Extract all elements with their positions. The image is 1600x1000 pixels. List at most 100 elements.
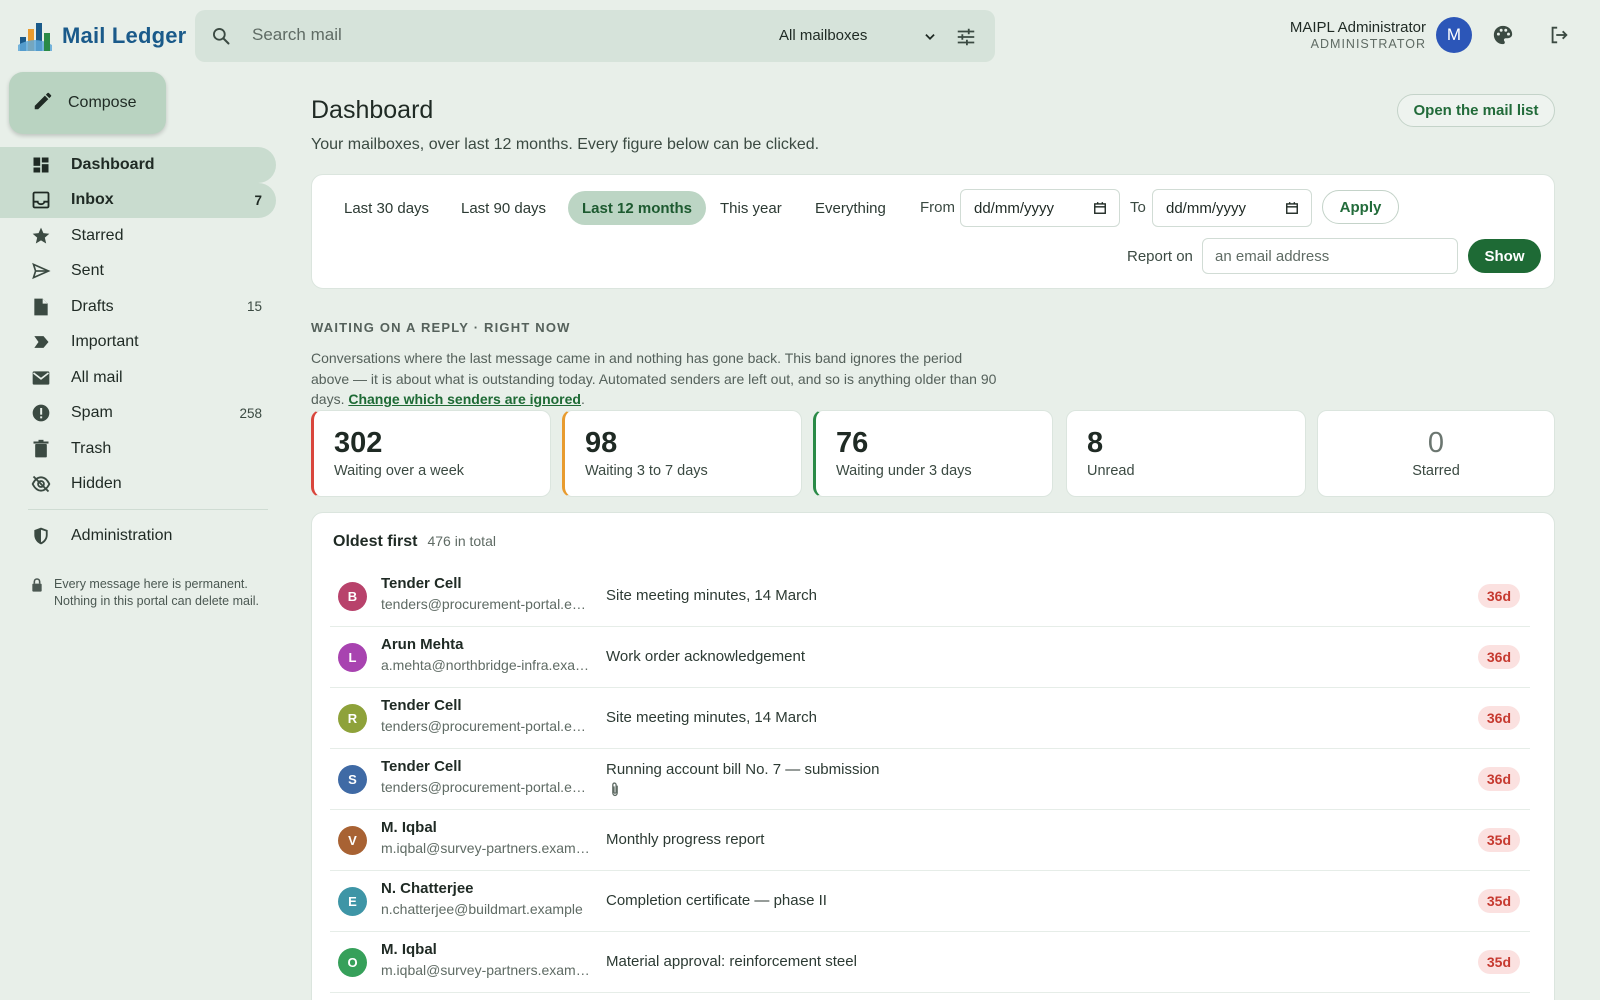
chevron-down-icon[interactable] bbox=[923, 30, 937, 49]
sidebar-item-inbox[interactable]: Inbox 7 bbox=[0, 182, 276, 218]
compose-label: Compose bbox=[68, 94, 137, 111]
sidebar-item-label: Drafts bbox=[71, 297, 114, 315]
list-item[interactable]: E N. Chatterjee n.chatterjee@buildmart.e… bbox=[330, 871, 1530, 932]
from-label: From bbox=[920, 199, 955, 216]
change-ignored-senders-link[interactable]: Change which senders are ignored bbox=[348, 391, 581, 407]
chip-everything[interactable]: Everything bbox=[801, 191, 900, 225]
sidebar-item-trash[interactable]: Trash bbox=[0, 431, 276, 467]
message-subject: Site meeting minutes, 14 March bbox=[606, 709, 817, 726]
open-mail-list-button[interactable]: Open the mail list bbox=[1397, 94, 1555, 127]
sidebar-item-hidden[interactable]: Hidden bbox=[0, 467, 276, 503]
sidebar-nav: Dashboard Inbox 7 Starred Sent Drafts 15… bbox=[0, 147, 276, 502]
sender-email: m.iqbal@survey-partners.example bbox=[381, 962, 591, 978]
sender-avatar: B bbox=[338, 582, 367, 611]
calendar-icon[interactable] bbox=[1093, 201, 1107, 219]
age-badge: 36d bbox=[1477, 645, 1520, 669]
list-item[interactable]: B Tender Cell tenders@procurement-portal… bbox=[330, 566, 1530, 627]
important-icon bbox=[30, 331, 52, 353]
to-label: To bbox=[1130, 199, 1146, 216]
stat-value: 98 bbox=[585, 427, 618, 459]
logo-icon bbox=[16, 15, 54, 58]
mailbox-select[interactable]: All mailboxes bbox=[779, 27, 867, 44]
sender-name: M. Iqbal bbox=[381, 819, 437, 836]
star-icon bbox=[30, 225, 52, 247]
sidebar-item-label: Trash bbox=[71, 439, 112, 457]
apply-button[interactable]: Apply bbox=[1322, 190, 1399, 224]
oldest-first-list: Oldest first 476 in total B Tender Cell t… bbox=[311, 512, 1555, 1000]
list-item[interactable]: V M. Iqbal m.iqbal@survey-partners.examp… bbox=[330, 810, 1530, 871]
message-subject: Running account bill No. 7 — submission bbox=[606, 761, 880, 778]
sidebar-item-administration[interactable]: Administration bbox=[0, 518, 276, 554]
stat-waiting-under-3-days[interactable]: 76 Waiting under 3 days bbox=[813, 410, 1053, 497]
list-title: Oldest first bbox=[333, 533, 418, 550]
from-date-input[interactable]: dd/mm/yyyy bbox=[960, 189, 1120, 227]
chip-last-90-days[interactable]: Last 90 days bbox=[447, 191, 560, 225]
sidebar-item-starred[interactable]: Starred bbox=[0, 218, 276, 254]
user-avatar[interactable]: M bbox=[1436, 17, 1472, 53]
waiting-heading: WAITING ON A REPLY · RIGHT NOW bbox=[311, 320, 571, 335]
sender-avatar: R bbox=[338, 704, 367, 733]
sidebar-item-important[interactable]: Important bbox=[0, 325, 276, 361]
stat-waiting-over-week[interactable]: 302 Waiting over a week bbox=[311, 410, 551, 497]
sidebar-divider bbox=[28, 509, 268, 510]
sender-name: Arun Mehta bbox=[381, 636, 464, 653]
sidebar-item-all-mail[interactable]: All mail bbox=[0, 360, 276, 396]
shield-icon bbox=[30, 525, 52, 547]
drafts-count: 15 bbox=[246, 299, 262, 315]
filter-options-icon[interactable] bbox=[955, 26, 977, 53]
sidebar-item-dashboard[interactable]: Dashboard bbox=[0, 147, 276, 183]
sender-name: M. Iqbal bbox=[381, 941, 437, 958]
list-item[interactable]: R Tender Cell tenders@procurement-portal… bbox=[330, 688, 1530, 749]
show-button[interactable]: Show bbox=[1468, 239, 1541, 273]
chip-last-30-days[interactable]: Last 30 days bbox=[330, 191, 443, 225]
app-name: Mail Ledger bbox=[62, 23, 187, 48]
sidebar-item-label: Inbox bbox=[71, 191, 114, 209]
stat-label: Unread bbox=[1087, 463, 1135, 479]
sender-email: m.iqbal@survey-partners.example bbox=[381, 840, 591, 856]
sender-name: Tender Cell bbox=[381, 697, 462, 714]
sender-name: Tender Cell bbox=[381, 758, 462, 775]
list-item[interactable]: O M. Iqbal m.iqbal@survey-partners.examp… bbox=[330, 932, 1530, 993]
chip-this-year[interactable]: This year bbox=[706, 191, 796, 225]
chip-last-12-months[interactable]: Last 12 months bbox=[568, 191, 707, 225]
sender-avatar: S bbox=[338, 765, 367, 794]
stat-waiting-3-to-7-days[interactable]: 98 Waiting 3 to 7 days bbox=[562, 410, 802, 497]
sender-avatar: V bbox=[338, 826, 367, 855]
search-bar[interactable]: Search mail All mailboxes bbox=[195, 10, 995, 62]
sidebar-item-spam[interactable]: Spam 258 bbox=[0, 396, 276, 432]
sender-email: a.mehta@northbridge-infra.example bbox=[381, 657, 591, 673]
sidebar-item-label: Dashboard bbox=[71, 155, 155, 173]
message-subject: Completion certificate — phase II bbox=[606, 892, 827, 909]
to-date-value: dd/mm/yyyy bbox=[1166, 199, 1247, 217]
pencil-icon bbox=[32, 90, 54, 117]
sidebar-admin-group: Administration bbox=[0, 518, 276, 554]
message-subject: Work order acknowledgement bbox=[606, 648, 805, 665]
search-input[interactable]: Search mail bbox=[252, 25, 342, 45]
stat-starred[interactable]: 0 Starred bbox=[1317, 410, 1555, 497]
age-badge: 36d bbox=[1477, 767, 1520, 791]
lock-icon bbox=[30, 577, 44, 610]
user-name: MAIPL Administrator bbox=[1289, 19, 1426, 36]
report-email-input[interactable]: an email address bbox=[1202, 238, 1458, 274]
sidebar-item-drafts[interactable]: Drafts 15 bbox=[0, 289, 276, 325]
user-info: MAIPL Administrator ADMINISTRATOR bbox=[1290, 19, 1426, 51]
sender-email: n.chatterjee@buildmart.example bbox=[381, 901, 583, 917]
compose-button[interactable]: Compose bbox=[9, 72, 166, 134]
inbox-count: 7 bbox=[254, 192, 262, 208]
search-icon bbox=[211, 26, 231, 51]
to-date-input[interactable]: dd/mm/yyyy bbox=[1152, 189, 1312, 227]
calendar-icon[interactable] bbox=[1285, 201, 1299, 219]
paperclip-icon bbox=[610, 782, 620, 803]
list-item[interactable]: S Tender Cell tenders@procurement-portal… bbox=[330, 749, 1530, 810]
description-end: . bbox=[580, 391, 585, 407]
sidebar-item-label: Administration bbox=[71, 526, 173, 544]
app-logo[interactable]: Mail Ledger bbox=[16, 14, 186, 58]
palette-icon[interactable] bbox=[1492, 24, 1514, 51]
stat-unread[interactable]: 8 Unread bbox=[1066, 410, 1306, 497]
list-item[interactable]: L Arun Mehta a.mehta@northbridge-infra.e… bbox=[330, 627, 1530, 688]
sidebar-item-sent[interactable]: Sent bbox=[0, 254, 276, 290]
sidebar-item-label: Sent bbox=[71, 262, 104, 280]
logout-icon[interactable] bbox=[1548, 24, 1570, 51]
stat-value: 76 bbox=[836, 427, 869, 459]
stat-label: Waiting 3 to 7 days bbox=[585, 463, 708, 479]
